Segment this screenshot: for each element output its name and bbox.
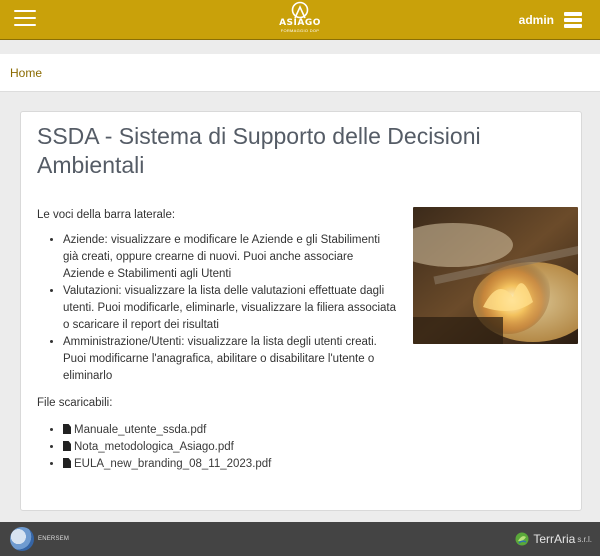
pdf-icon (63, 441, 71, 451)
enersem-logo-text: ENERSEM (38, 536, 70, 542)
top-bar: ASIAGO FORMAGGIO DOP admin (0, 0, 600, 40)
breadcrumb-home-link[interactable]: Home (10, 66, 42, 80)
content-text: Le voci della barra laterale: Aziende: v… (37, 207, 397, 473)
logo-subtitle: FORMAGGIO DOP (280, 28, 320, 33)
file-link-nota[interactable]: Nota_metodologica_Asiago.pdf (74, 441, 234, 453)
file-item: Nota_metodologica_Asiago.pdf (63, 439, 397, 456)
logo-word: ASIAGO (279, 18, 321, 28)
files-title: File scaricabili: (37, 397, 113, 409)
page-title: SSDA - Sistema di Supporto delle Decisio… (37, 123, 481, 178)
footer: ENERSEM TerrAria s.r.l. (0, 522, 600, 556)
user-menu[interactable]: admin (519, 0, 582, 40)
file-link-eula[interactable]: EULA_new_branding_08_11_2023.pdf (74, 458, 271, 470)
cheese-production-photo (413, 207, 578, 344)
server-icon[interactable] (564, 12, 582, 28)
main-card: SSDA - Sistema di Supporto delle Decisio… (20, 111, 582, 511)
hamburger-menu-icon[interactable] (14, 10, 36, 30)
file-link-manuale[interactable]: Manuale_utente_ssda.pdf (74, 424, 206, 436)
terraria-logo[interactable]: TerrAria s.r.l. (515, 530, 592, 548)
file-item: EULA_new_branding_08_11_2023.pdf (63, 456, 397, 473)
pdf-icon (63, 424, 71, 434)
enersem-logo[interactable]: ENERSEM (10, 527, 69, 551)
terraria-leaf-icon (515, 532, 529, 546)
file-item: Manuale_utente_ssda.pdf (63, 422, 397, 439)
terraria-suffix: s.r.l. (577, 534, 592, 544)
asiago-logo-mark (291, 1, 309, 19)
pdf-icon (63, 458, 71, 468)
files-list: Manuale_utente_ssda.pdf Nota_metodologic… (37, 422, 397, 473)
breadcrumb: Home (0, 54, 600, 92)
terraria-logo-text: TerrAria (533, 532, 576, 546)
list-item: Amministrazione/Utenti: visualizzare la … (63, 334, 397, 385)
sidebar-help-list: Aziende: visualizzare e modificare le Az… (37, 232, 397, 385)
list-item: Valutazioni: visualizzare la lista delle… (63, 283, 397, 334)
user-name: admin (518, 13, 554, 27)
asiago-logo[interactable]: ASIAGO FORMAGGIO DOP (270, 1, 330, 39)
enersem-logo-icon (10, 527, 34, 551)
list-item: Aziende: visualizzare e modificare le Az… (63, 232, 397, 283)
intro-text: Le voci della barra laterale: (37, 209, 176, 221)
